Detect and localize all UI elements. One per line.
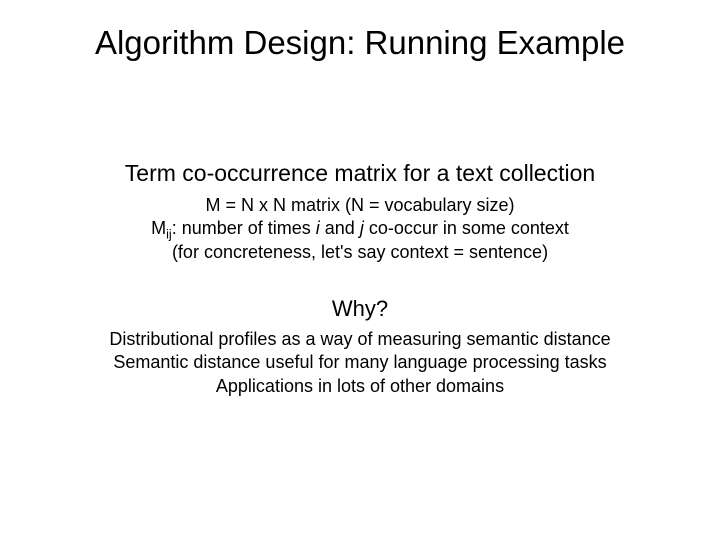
def-line-3: (for concreteness, let's say context = s… — [0, 241, 720, 264]
slide: Algorithm Design: Running Example Term c… — [0, 0, 720, 540]
why-line-1: Distributional profiles as a way of meas… — [0, 328, 720, 351]
why-line-2: Semantic distance useful for many langua… — [0, 351, 720, 374]
why-line-3: Applications in lots of other domains — [0, 375, 720, 398]
slide-title: Algorithm Design: Running Example — [0, 24, 720, 62]
def-l2d: co-occur in some context — [364, 218, 569, 238]
subtitle: Term co-occurrence matrix for a text col… — [0, 160, 720, 187]
def-line-2: Mij: number of times i and j co-occur in… — [0, 217, 720, 240]
def-l2c: and — [320, 218, 360, 238]
def-m: M — [151, 218, 166, 238]
why-block: Distributional profiles as a way of meas… — [0, 328, 720, 398]
def-line-1: M = N x N matrix (N = vocabulary size) — [0, 194, 720, 217]
why-heading: Why? — [0, 296, 720, 322]
definition-block: M = N x N matrix (N = vocabulary size) M… — [0, 194, 720, 264]
def-l2b: : number of times — [172, 218, 316, 238]
